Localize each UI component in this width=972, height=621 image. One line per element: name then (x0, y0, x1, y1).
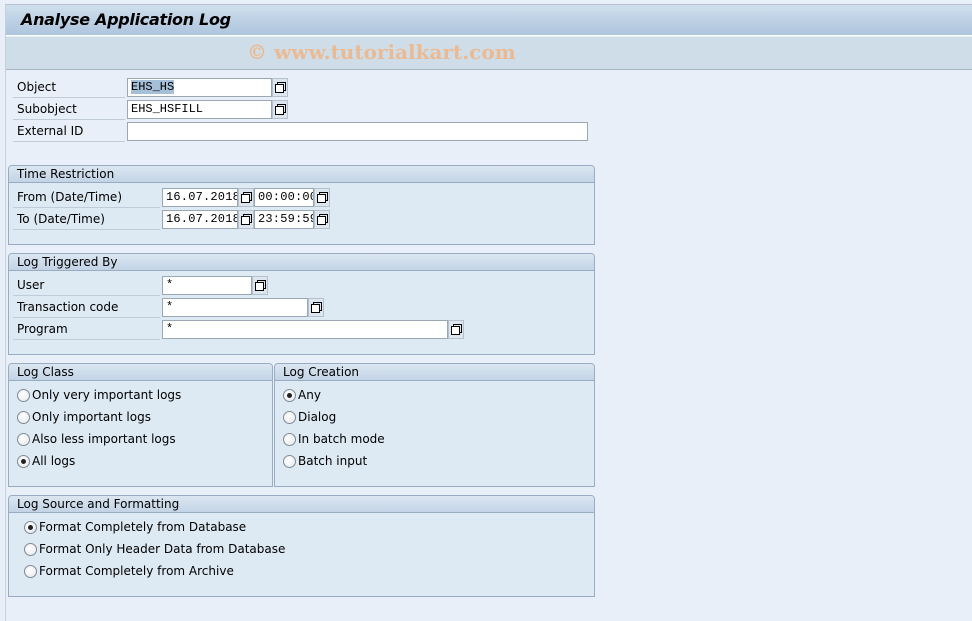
value-help-icon (310, 302, 322, 313)
transaction-code-label: Transaction code (17, 300, 119, 314)
radio-label: In batch mode (298, 432, 385, 446)
log-class-option[interactable]: All logs (17, 454, 75, 468)
to-time-input[interactable]: 23:59:59 (254, 210, 314, 229)
divider (13, 295, 160, 296)
divider (13, 207, 160, 208)
value-help-icon (274, 82, 286, 93)
program-value-help-button[interactable] (448, 320, 464, 339)
log-source-option[interactable]: Format Completely from Database (24, 520, 246, 534)
user-label: User (17, 278, 45, 292)
title-bar: Analyse Application Log (6, 5, 972, 36)
radio-label: Format Completely from Database (39, 520, 247, 534)
divider (13, 119, 125, 120)
radio-icon (283, 432, 296, 446)
radio-label: Batch input (298, 454, 368, 468)
application-toolbar: © www.tutorialkart.com (6, 37, 972, 70)
to-date-picker-button[interactable] (238, 210, 254, 229)
value-help-icon (316, 214, 328, 225)
divider (13, 317, 160, 318)
object-label: Object (17, 80, 57, 94)
log-creation-option[interactable]: Any (283, 388, 321, 402)
transaction-code-value-help-button[interactable] (308, 298, 324, 317)
value-help-icon (240, 214, 252, 225)
log-class-option[interactable]: Only very important logs (17, 388, 181, 402)
divider (13, 229, 160, 230)
from-date-picker-button[interactable] (238, 188, 254, 207)
subobject-label: Subobject (17, 102, 77, 116)
value-help-icon (316, 192, 328, 203)
to-date-input[interactable]: 16.07.2018 (162, 210, 238, 229)
log-creation-option[interactable]: In batch mode (283, 432, 385, 446)
log-creation-group: Log Creation (274, 363, 595, 487)
transaction-code-input[interactable]: * (162, 298, 308, 317)
radio-label: Format Completely from Archive (39, 564, 234, 578)
from-time-help-button[interactable] (314, 188, 330, 207)
group-header: Log Source and Formatting (9, 496, 594, 513)
group-title: Log Triggered By (17, 255, 118, 269)
to-time-help-button[interactable] (314, 210, 330, 229)
radio-label: Format Only Header Data from Database (39, 542, 286, 556)
radio-icon (24, 564, 37, 578)
to-label: To (Date/Time) (17, 212, 105, 226)
value-help-icon (240, 192, 252, 203)
radio-label: Also less important logs (32, 432, 176, 446)
object-input[interactable]: EHS_HS (127, 78, 272, 97)
page-title: Analyse Application Log (21, 10, 231, 29)
log-creation-option[interactable]: Batch input (283, 454, 367, 468)
log-source-option[interactable]: Format Completely from Archive (24, 564, 234, 578)
group-header: Log Class (9, 364, 272, 381)
radio-label: All logs (32, 454, 76, 468)
group-header: Time Restriction (9, 166, 594, 183)
program-label: Program (17, 322, 68, 336)
radio-icon (24, 520, 37, 534)
radio-label: Dialog (298, 410, 337, 424)
from-date-input[interactable]: 16.07.2018 (162, 188, 238, 207)
radio-icon (17, 432, 30, 446)
value-help-icon (450, 324, 462, 335)
log-class-option[interactable]: Also less important logs (17, 432, 176, 446)
divider (13, 97, 125, 98)
object-value: EHS_HS (131, 80, 175, 94)
radio-icon (283, 388, 296, 402)
watermark: © www.tutorialkart.com (247, 40, 516, 64)
radio-icon (283, 454, 296, 468)
user-input[interactable]: * (162, 276, 252, 295)
object-value-help-button[interactable] (272, 78, 288, 97)
group-title: Time Restriction (17, 167, 115, 181)
radio-icon (24, 542, 37, 556)
radio-label: Only important logs (32, 410, 151, 424)
log-class-option[interactable]: Only important logs (17, 410, 151, 424)
external-id-input[interactable] (127, 122, 588, 141)
value-help-icon (254, 280, 266, 291)
value-help-icon (274, 104, 286, 115)
radio-icon (17, 454, 30, 468)
log-creation-option[interactable]: Dialog (283, 410, 336, 424)
log-class-group: Log Class (8, 363, 273, 487)
group-title: Log Class (17, 365, 74, 379)
group-header: Log Triggered By (9, 254, 594, 271)
log-source-option[interactable]: Format Only Header Data from Database (24, 542, 285, 556)
subobject-input[interactable]: EHS_HSFILL (127, 100, 272, 119)
group-title: Log Creation (283, 365, 360, 379)
radio-icon (17, 410, 30, 424)
program-input[interactable]: * (162, 320, 448, 339)
subobject-value-help-button[interactable] (272, 100, 288, 119)
group-header: Log Creation (275, 364, 594, 381)
group-title: Log Source and Formatting (17, 497, 180, 511)
from-time-input[interactable]: 00:00:00 (254, 188, 314, 207)
radio-label: Any (298, 388, 321, 402)
radio-label: Only very important logs (32, 388, 182, 402)
divider (13, 339, 160, 340)
radio-icon (17, 388, 30, 402)
divider (13, 141, 125, 142)
user-value-help-button[interactable] (252, 276, 268, 295)
from-label: From (Date/Time) (17, 190, 122, 204)
radio-icon (283, 410, 296, 424)
external-id-label: External ID (17, 124, 84, 138)
